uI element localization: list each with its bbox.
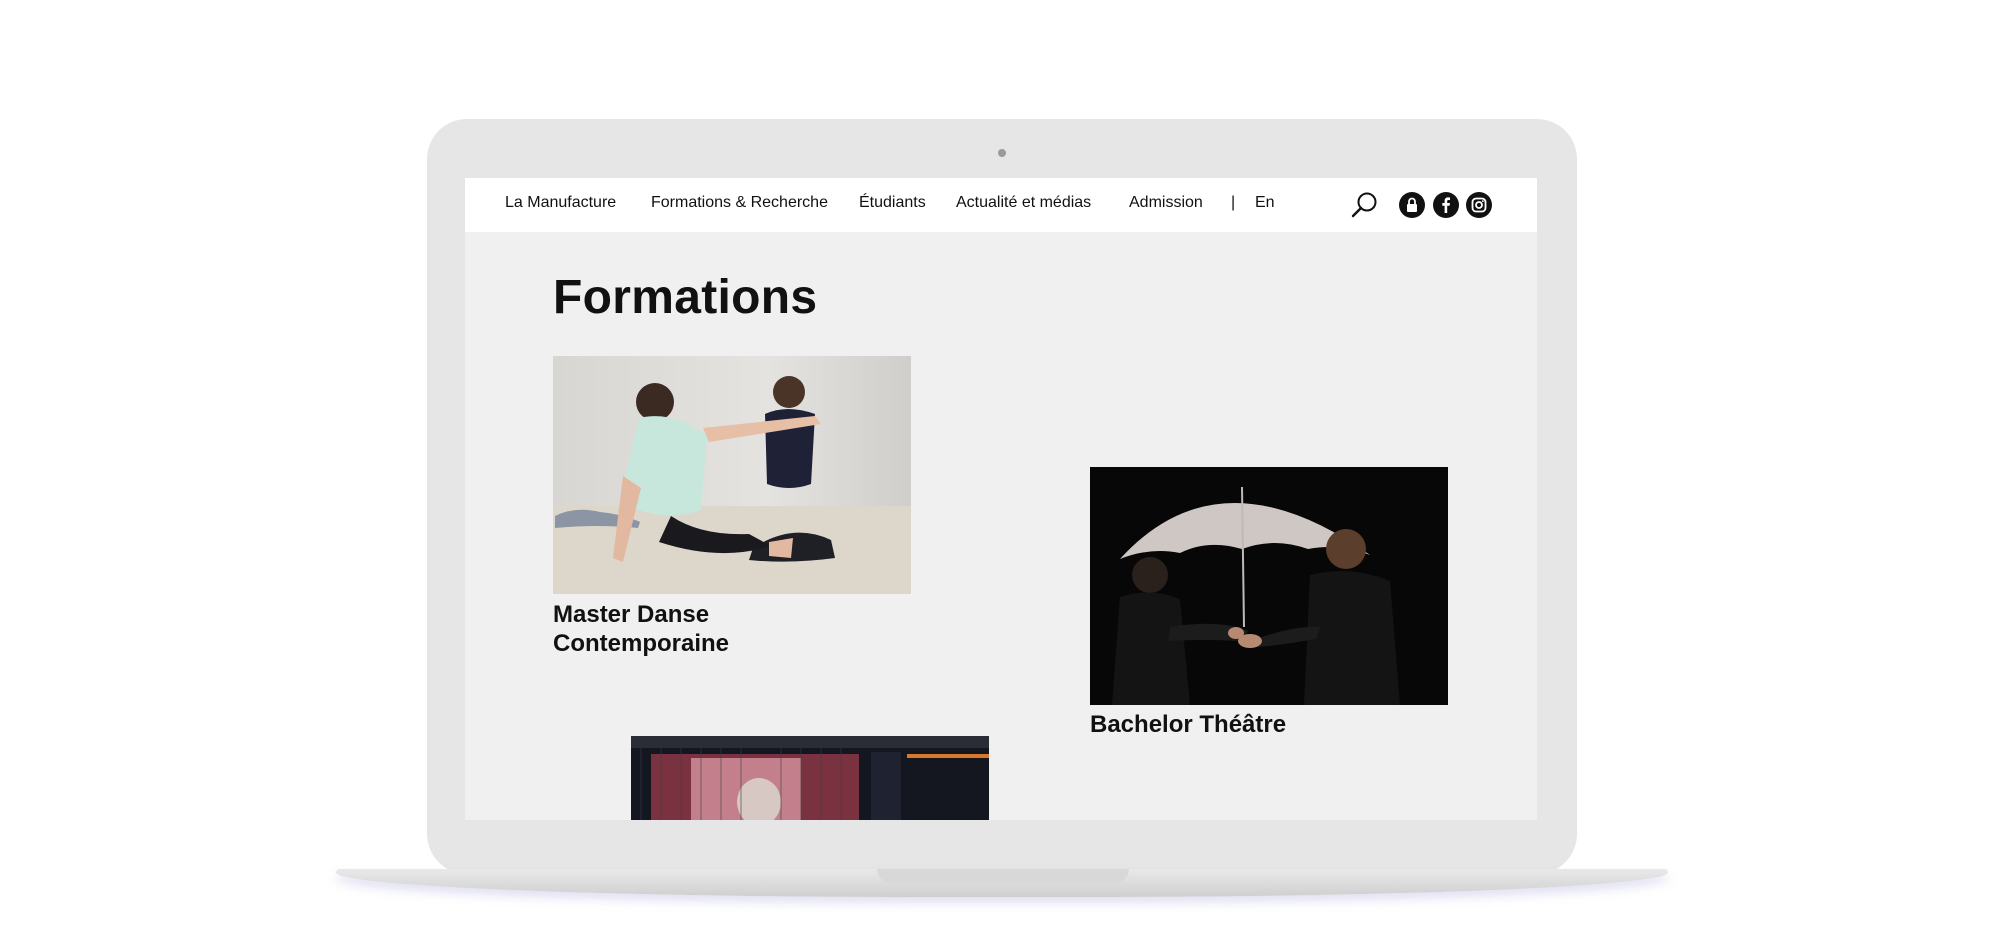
search-icon[interactable] xyxy=(1350,190,1380,220)
card-title-bachelor-theatre[interactable]: Bachelor Théâtre xyxy=(1090,710,1286,739)
nav-separator: | xyxy=(1231,194,1236,211)
lock-icon[interactable] xyxy=(1399,192,1425,218)
language-switch-en[interactable]: En xyxy=(1255,194,1275,212)
laptop-notch xyxy=(877,869,1129,883)
dance-photo[interactable] xyxy=(553,356,911,594)
stage-photo[interactable] xyxy=(631,736,989,820)
theatre-umbrella-photo[interactable] xyxy=(1090,467,1448,705)
facebook-icon[interactable] xyxy=(1433,192,1459,218)
website-screen: La Manufacture Formations & Recherche Ét… xyxy=(465,178,1537,820)
instagram-icon[interactable] xyxy=(1466,192,1492,218)
page-title: Formations xyxy=(553,271,818,324)
nav-item-etudiants[interactable]: Étudiants xyxy=(859,194,926,212)
card-title-master-danse[interactable]: Master Danse Contemporaine xyxy=(553,600,729,658)
navbar: La Manufacture Formations & Recherche Ét… xyxy=(465,178,1537,232)
nav-item-actualite-medias[interactable]: Actualité et médias xyxy=(956,194,1091,212)
nav-item-admission[interactable]: Admission xyxy=(1129,194,1203,212)
camera-dot xyxy=(998,149,1006,157)
nav-item-la-manufacture[interactable]: La Manufacture xyxy=(505,194,616,212)
nav-item-formations-recherche[interactable]: Formations & Recherche xyxy=(651,194,828,212)
